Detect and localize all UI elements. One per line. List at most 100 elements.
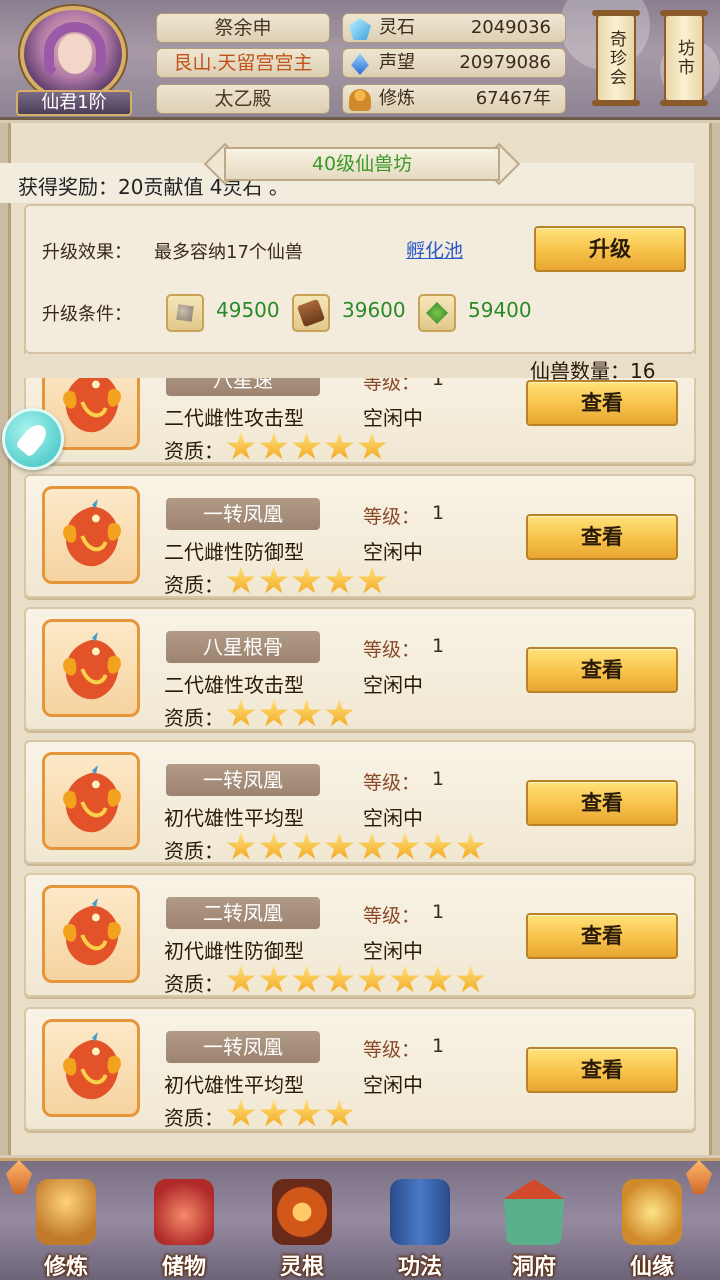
star-icon: [456, 832, 485, 860]
spirit-root-icon: [272, 1179, 332, 1245]
fame-icon: [351, 53, 369, 75]
beast-type: 初代雄性平均型: [164, 1073, 304, 1097]
nav-fate[interactable]: 仙缘: [602, 1171, 702, 1280]
quality-stars: [226, 432, 390, 462]
beast-portrait[interactable]: [42, 1019, 140, 1117]
star-icon: [456, 965, 485, 993]
star-icon: [292, 566, 321, 594]
beast-portrait[interactable]: [42, 885, 140, 983]
stat-spirit-stone: 灵石 2049036: [342, 13, 566, 43]
rocket-icon[interactable]: [2, 408, 64, 470]
star-icon: [226, 832, 256, 860]
ore-cost: 49500: [216, 298, 280, 322]
beast-status: 空闲中: [363, 406, 423, 430]
view-button[interactable]: 查看: [526, 647, 678, 693]
phoenix-icon: [63, 631, 121, 700]
beast-tag: 一转凤凰: [166, 764, 320, 796]
view-button[interactable]: 查看: [526, 780, 678, 826]
treasure-fair-button[interactable]: 奇珍会: [592, 10, 640, 106]
nav-technique[interactable]: 功法: [370, 1171, 470, 1280]
star-icon: [226, 965, 256, 993]
spirit-stone-icon: [349, 18, 371, 40]
stat-label: 声望: [379, 52, 415, 73]
nav-label: 洞府: [511, 1255, 556, 1280]
nav-spirit-root[interactable]: 灵根: [252, 1171, 352, 1280]
star-icon: [357, 432, 387, 460]
upgrade-cond-label: 升级条件：: [42, 304, 132, 325]
star-icon: [324, 566, 354, 594]
phoenix-icon: [63, 897, 121, 966]
star-icon: [423, 965, 453, 993]
beast-card: 八星根骨 等级： 1 二代雄性攻击型 空闲中 资质： 查看: [24, 607, 696, 731]
quality-label: 资质：: [164, 972, 224, 996]
fate-gourd-icon: [622, 1179, 682, 1245]
top-header: 仙君1阶 祭余申 艮山.天留宫宫主 太乙殿 灵石 2049036 声望 2097…: [0, 0, 720, 120]
beast-portrait[interactable]: [42, 619, 140, 717]
nav-label: 仙缘: [629, 1255, 674, 1280]
star-icon: [226, 1099, 256, 1127]
quality-stars: [226, 965, 488, 995]
nav-cultivate[interactable]: 修炼: [16, 1171, 116, 1280]
beast-status: 空闲中: [363, 1073, 423, 1097]
hatch-pool-link[interactable]: 孵化池: [406, 236, 463, 263]
star-icon: [292, 965, 321, 993]
wood-icon: [292, 294, 330, 332]
star-icon: [423, 832, 453, 860]
stat-cultivation: 修炼 67467年: [342, 84, 566, 114]
level-label: 等级：: [363, 772, 421, 794]
view-button[interactable]: 查看: [526, 913, 678, 959]
beast-tag: 一转凤凰: [166, 1031, 320, 1063]
cultivation-icon: [349, 89, 371, 111]
star-icon: [292, 699, 321, 727]
star-icon: [324, 1099, 354, 1127]
player-title: 艮山.天留宫宫主: [156, 48, 330, 78]
beast-type: 二代雄性攻击型: [164, 673, 304, 697]
rank-label: 仙君1阶: [16, 90, 132, 116]
panel-title: 40级仙兽坊: [311, 153, 413, 175]
storage-bag-icon: [154, 1179, 214, 1245]
star-icon: [357, 566, 387, 594]
star-icon: [259, 832, 289, 860]
beast-portrait[interactable]: [42, 486, 140, 584]
market-button[interactable]: 坊市: [660, 10, 708, 106]
view-button[interactable]: 查看: [526, 514, 678, 560]
level-value: 1: [432, 502, 445, 524]
upgrade-button[interactable]: 升级: [534, 226, 686, 272]
quality-stars: [226, 1099, 357, 1129]
view-button[interactable]: 查看: [526, 1047, 678, 1093]
nav-storage[interactable]: 储物: [134, 1171, 234, 1280]
beast-type: 初代雌性防御型: [164, 939, 304, 963]
star-icon: [390, 832, 420, 860]
phoenix-icon: [63, 498, 121, 567]
beast-card: 一转凤凰 等级： 1 初代雄性平均型 空闲中 资质： 查看: [24, 740, 696, 864]
beast-type: 初代雄性平均型: [164, 806, 304, 830]
wood-cost: 39600: [342, 298, 406, 322]
beast-tag: 一转凤凰: [166, 498, 320, 530]
quality-label: 资质：: [164, 706, 224, 730]
beast-card: 二转凤凰 等级： 1 初代雌性防御型 空闲中 资质： 查看: [24, 873, 696, 997]
upgrade-effect-value: 最多容纳17个仙兽: [154, 242, 303, 263]
stat-fame: 声望 20979086: [342, 48, 566, 78]
beast-portrait[interactable]: [42, 752, 140, 850]
upgrade-effect-label: 升级效果：: [42, 242, 132, 263]
nav-cave-house[interactable]: 洞府: [484, 1171, 584, 1280]
beast-status: 空闲中: [363, 540, 423, 564]
beast-tag: 二转凤凰: [166, 897, 320, 929]
herb-icon: [418, 294, 456, 332]
beast-status: 空闲中: [363, 806, 423, 830]
cultivate-icon: [36, 1179, 96, 1245]
level-value: 1: [432, 635, 445, 657]
star-icon: [357, 832, 387, 860]
star-icon: [324, 965, 354, 993]
player-avatar[interactable]: 仙君1阶: [16, 6, 132, 116]
star-icon: [292, 432, 321, 460]
phoenix-icon: [63, 1031, 121, 1100]
phoenix-icon: [63, 764, 121, 833]
quality-stars: [226, 832, 488, 862]
beast-type: 二代雌性防御型: [164, 540, 304, 564]
star-icon: [324, 832, 354, 860]
view-button[interactable]: 查看: [526, 380, 678, 426]
star-icon: [357, 965, 387, 993]
star-icon: [292, 832, 321, 860]
stat-value: 67467年: [475, 88, 551, 109]
